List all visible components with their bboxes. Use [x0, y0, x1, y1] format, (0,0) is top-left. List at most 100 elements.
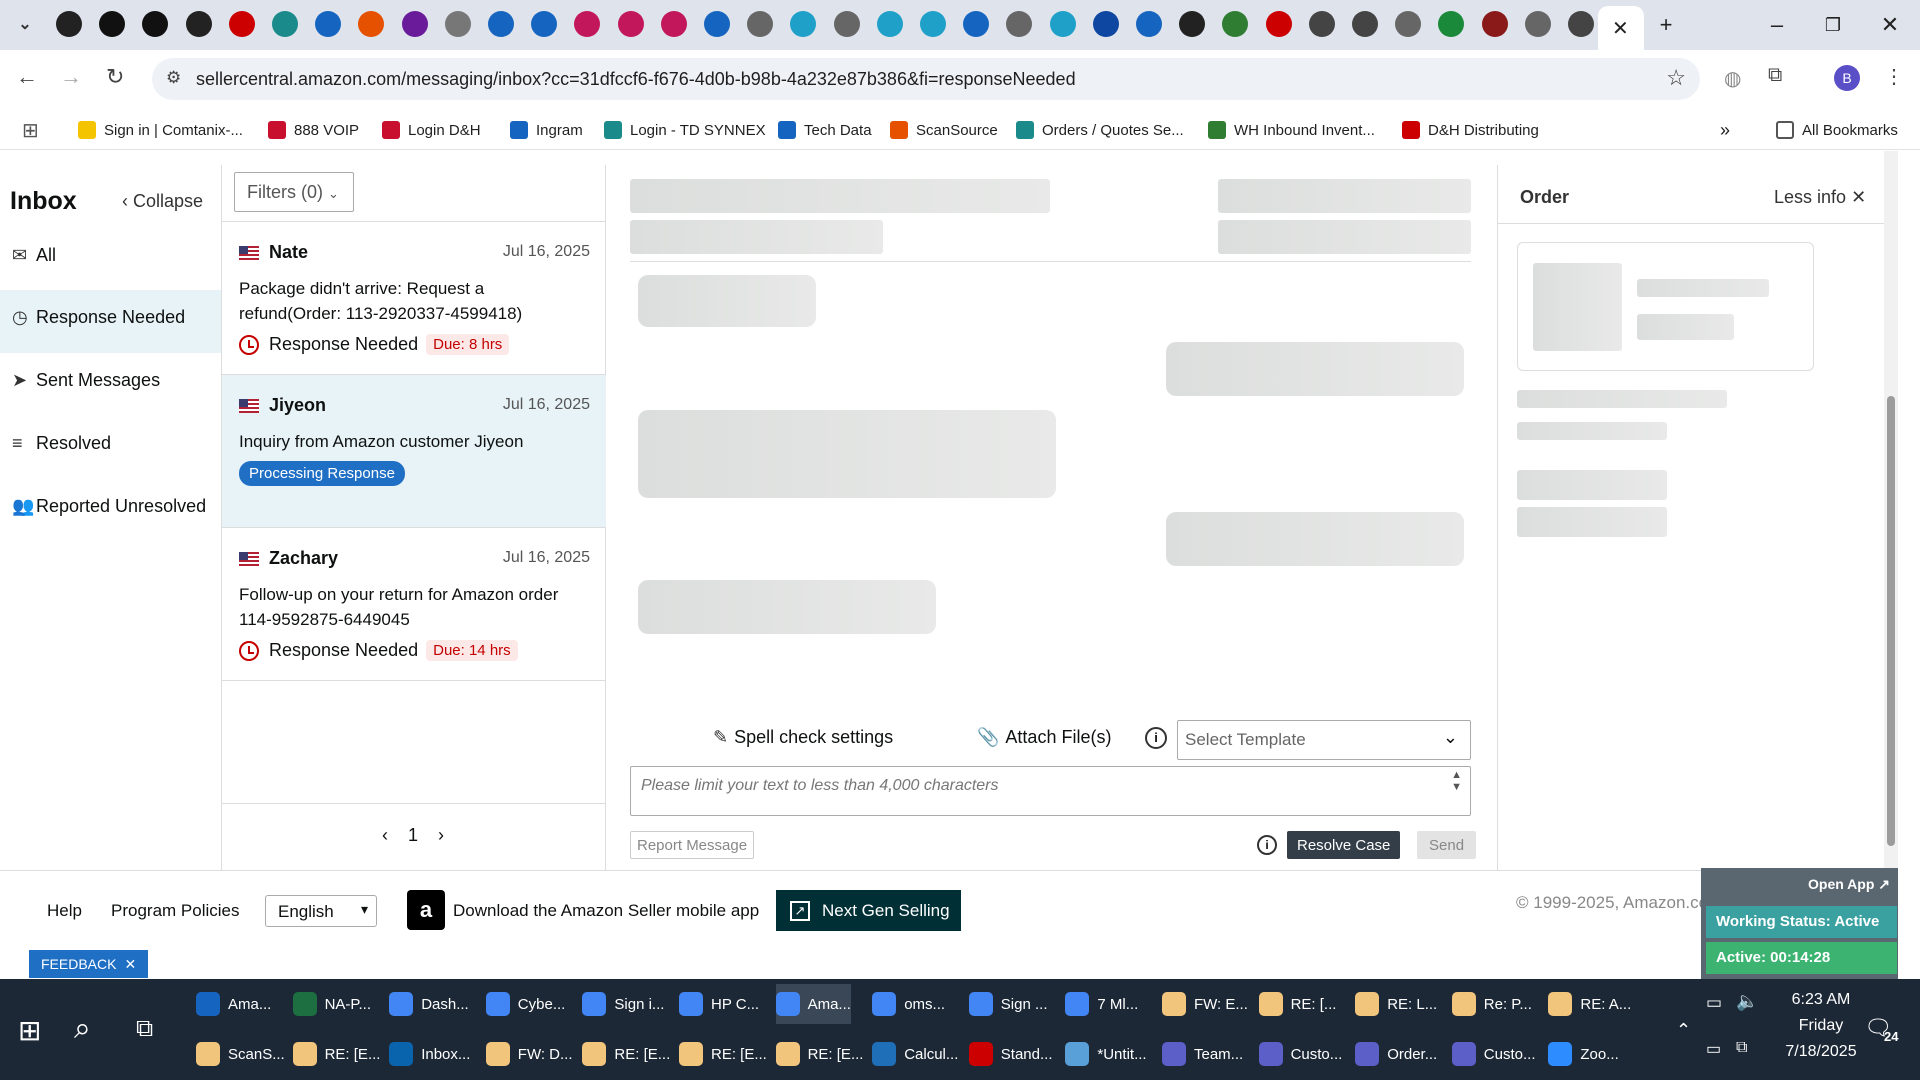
next-page-icon[interactable]: › — [438, 825, 444, 846]
tab-favicon-icon[interactable] — [444, 11, 471, 37]
taskbar-item[interactable]: 7 Ml... — [1065, 984, 1138, 1024]
restore-icon[interactable]: ❐ — [1813, 8, 1853, 42]
tab-favicon-icon[interactable] — [1524, 11, 1551, 37]
menu-icon[interactable]: ⋮ — [1884, 64, 1904, 89]
tab-favicon-icon[interactable] — [185, 11, 212, 37]
download-app-link[interactable]: Download the Amazon Seller mobile app — [453, 901, 759, 921]
tab-favicon-icon[interactable] — [1049, 11, 1076, 37]
tab-favicon-icon[interactable] — [876, 11, 903, 37]
info-icon[interactable]: i — [1257, 835, 1277, 855]
list-item[interactable]: Zachary Jul 16, 2025 Follow-up on your ret… — [222, 528, 606, 681]
tab-favicon-icon[interactable] — [488, 11, 514, 37]
taskbar-item[interactable]: RE: A... — [1548, 984, 1631, 1024]
back-icon[interactable]: ← — [16, 64, 38, 90]
display-icon[interactable]: ▭ — [1706, 1039, 1721, 1059]
more-bookmarks-icon[interactable]: » — [1720, 118, 1730, 142]
bookmark-item[interactable]: Sign in | Comtanix-... — [78, 118, 243, 142]
forward-icon[interactable]: → — [60, 64, 82, 90]
tab-favicon-icon[interactable] — [531, 11, 558, 37]
tab-favicon-icon[interactable] — [272, 11, 298, 37]
taskbar-item[interactable]: Custo... — [1258, 1034, 1342, 1074]
reload-icon[interactable]: ↻ — [106, 64, 124, 90]
page-number[interactable]: 1 — [408, 825, 418, 846]
taskbar-item[interactable]: Sign ... — [968, 984, 1048, 1024]
tab-favicon-icon[interactable] — [574, 11, 601, 37]
taskbar-item[interactable]: Team... — [1162, 1034, 1243, 1074]
tab-favicon-icon[interactable] — [704, 11, 730, 37]
taskbar-item[interactable]: Sign i... — [582, 984, 664, 1024]
minimize-icon[interactable]: – — [1757, 8, 1797, 42]
tab-search-chevron-icon[interactable]: ⌄ — [12, 11, 38, 37]
tab-favicon-icon[interactable] — [963, 11, 990, 37]
tab-favicon-icon[interactable] — [747, 11, 774, 37]
tab-favicon-icon[interactable] — [358, 11, 385, 37]
taskbar-item[interactable]: HP C... — [679, 984, 759, 1024]
message-textarea[interactable]: Please limit your text to less than 4,00… — [630, 766, 1471, 816]
taskbar-item[interactable]: Calcul... — [872, 1034, 958, 1074]
taskbar-item[interactable]: RE: [E... — [582, 1034, 670, 1074]
tab-favicon-icon[interactable] — [1568, 11, 1594, 37]
sidebar-item-sent-messages[interactable]: ➤ Sent Messages — [12, 370, 160, 391]
bookmark-item[interactable]: Orders / Quotes Se... — [1016, 118, 1184, 142]
tab-favicon-icon[interactable] — [228, 11, 255, 37]
spell-check-settings-link[interactable]: ✎ Spell check settings — [713, 727, 893, 748]
task-view-icon[interactable]: ⧉ — [136, 1015, 153, 1043]
apps-grid-icon[interactable]: ⊞ — [22, 118, 39, 142]
taskbar-item[interactable]: RE: [E... — [679, 1034, 767, 1074]
taskbar-item[interactable]: ScanS... — [196, 1034, 285, 1074]
taskbar-item[interactable]: RE: [E... — [292, 1034, 380, 1074]
taskbar-item[interactable]: Ama... — [775, 984, 851, 1024]
tab-favicon-icon[interactable] — [56, 11, 82, 37]
language-select[interactable]: English ▾ — [265, 895, 377, 927]
tab-favicon-icon[interactable] — [920, 11, 946, 37]
omnibox[interactable]: ⚙ sellercentral.amazon.com/messaging/inb… — [152, 58, 1700, 100]
amazon-app-icon[interactable]: a — [407, 890, 445, 930]
taskbar-item[interactable]: Stand... — [968, 1034, 1053, 1074]
scrollbar-thumb[interactable] — [1887, 396, 1895, 846]
taskbar-item[interactable]: Custo... — [1451, 1034, 1535, 1074]
tab-favicon-icon[interactable] — [1438, 11, 1465, 37]
bookmark-item[interactable]: WH Inbound Invent... — [1208, 118, 1375, 142]
bookmark-item[interactable]: Login D&H — [382, 118, 481, 142]
bookmark-item[interactable]: Login - TD SYNNEX — [604, 118, 766, 142]
clock-time[interactable]: 6:23 AM — [1776, 991, 1866, 1009]
tab-favicon-icon[interactable] — [99, 11, 126, 37]
taskbar-item[interactable]: RE: L... — [1355, 984, 1437, 1024]
taskbar-item[interactable]: Order... — [1355, 1034, 1437, 1074]
tab-favicon-icon[interactable] — [142, 11, 169, 37]
tab-favicon-icon[interactable] — [660, 11, 687, 37]
attach-files-button[interactable]: 📎 Attach File(s) — [977, 727, 1111, 748]
globe-icon[interactable]: ◍ — [1724, 66, 1741, 91]
bookmark-item[interactable]: D&H Distributing — [1402, 118, 1539, 142]
open-app-link[interactable]: Open App ↗ — [1808, 876, 1890, 893]
list-item[interactable]: Jiyeon Jul 16, 2025 Inquiry from Amazon cu… — [222, 375, 606, 528]
taskbar-item[interactable]: Dash... — [389, 984, 469, 1024]
bookmark-star-icon[interactable]: ☆ — [1666, 65, 1686, 91]
active-tab[interactable]: ✕ — [1598, 6, 1644, 50]
new-tab-icon[interactable]: + — [1646, 8, 1686, 42]
network-icon[interactable]: ⧉ — [1736, 1039, 1747, 1057]
program-policies-link[interactable]: Program Policies — [111, 901, 240, 921]
info-icon[interactable]: i — [1145, 727, 1167, 749]
feedback-button[interactable]: FEEDBACK ✕ — [29, 950, 149, 978]
taskbar-item[interactable]: oms... — [872, 984, 945, 1024]
help-link[interactable]: Help — [47, 901, 82, 921]
search-icon[interactable]: ⌕ — [74, 1012, 91, 1046]
site-settings-icon[interactable]: ⚙ — [166, 68, 181, 88]
send-button[interactable]: Send — [1417, 831, 1477, 859]
extensions-icon[interactable]: ⧉ — [1768, 64, 1782, 87]
url-text[interactable]: sellercentral.amazon.com/messaging/inbox… — [196, 69, 1076, 90]
bookmark-item[interactable]: ScanSource — [890, 118, 998, 142]
tab-favicon-icon[interactable] — [617, 11, 644, 37]
taskbar-item[interactable]: Ama... — [196, 984, 271, 1024]
collapse-button[interactable]: ‹ Collapse — [122, 191, 203, 212]
tab-favicon-icon[interactable] — [1179, 11, 1206, 37]
prev-page-icon[interactable]: ‹ — [382, 825, 388, 846]
windows-start-icon[interactable]: ⊞ — [18, 1014, 41, 1047]
tab-favicon-icon[interactable] — [1092, 11, 1119, 37]
page-scrollbar[interactable] — [1884, 151, 1898, 979]
sidebar-item-response-needed[interactable]: ◷ Response Needed — [12, 307, 185, 328]
sidebar-item-resolved[interactable]: ≡ Resolved — [12, 433, 111, 454]
tab-favicon-icon[interactable] — [790, 11, 817, 37]
next-gen-selling-button[interactable]: ↗ Next Gen Selling — [776, 890, 961, 931]
